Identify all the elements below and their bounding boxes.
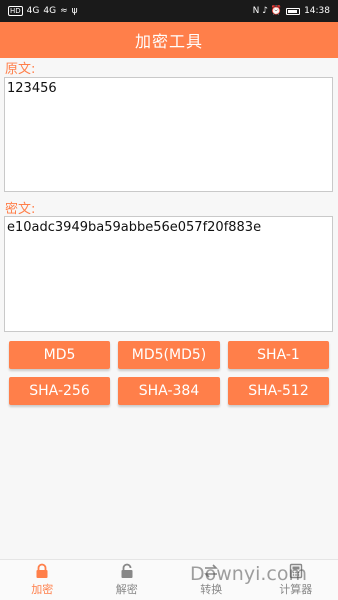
bottom-nav: 加密 解密 转换 计算器 — [0, 559, 338, 600]
signal-4g-icon-2: 4G — [43, 5, 57, 16]
swap-icon — [203, 563, 219, 579]
nav-item-decrypt[interactable]: 解密 — [85, 560, 170, 600]
nav-label-decrypt: 解密 — [115, 583, 138, 596]
sha384-button[interactable]: SHA-384 — [118, 377, 220, 405]
signal-4g-icon: 4G — [26, 5, 40, 16]
nav-label-calculator: 计算器 — [279, 583, 313, 596]
nav-item-calculator[interactable]: 计算器 — [254, 560, 338, 600]
status-bar: HD 4G 4G ≈ ψ N ♪ ⏰ 14:38 — [0, 0, 338, 22]
status-icons: N ♪ ⏰ — [252, 5, 283, 16]
lock-icon — [34, 563, 50, 579]
app-bar: 加密工具 — [0, 22, 338, 58]
cipher-output[interactable]: e10adc3949ba59abbe56e057f20f883e — [4, 216, 333, 332]
nav-item-encrypt[interactable]: 加密 — [0, 560, 85, 600]
cipher-label: 密文: — [5, 202, 36, 217]
wifi-icon: ≈ — [60, 5, 68, 16]
status-time: 14:38 — [304, 6, 330, 16]
calculator-icon — [288, 563, 304, 579]
hd-badge: HD — [8, 6, 23, 16]
unlock-icon — [119, 563, 135, 579]
md5-md5-button[interactable]: MD5(MD5) — [118, 341, 220, 369]
nav-item-convert[interactable]: 转换 — [169, 560, 254, 600]
md5-button[interactable]: MD5 — [9, 341, 110, 369]
sha256-button[interactable]: SHA-256 — [9, 377, 110, 405]
battery-icon — [286, 7, 301, 15]
nav-label-convert: 转换 — [200, 583, 223, 596]
source-input[interactable]: 123456 — [4, 77, 333, 192]
page-title: 加密工具 — [134, 32, 203, 51]
sha512-button[interactable]: SHA-512 — [228, 377, 329, 405]
nav-label-encrypt: 加密 — [31, 583, 54, 596]
usb-icon: ψ — [71, 5, 78, 16]
sha1-button[interactable]: SHA-1 — [228, 341, 329, 369]
source-label: 原文: — [5, 62, 36, 77]
